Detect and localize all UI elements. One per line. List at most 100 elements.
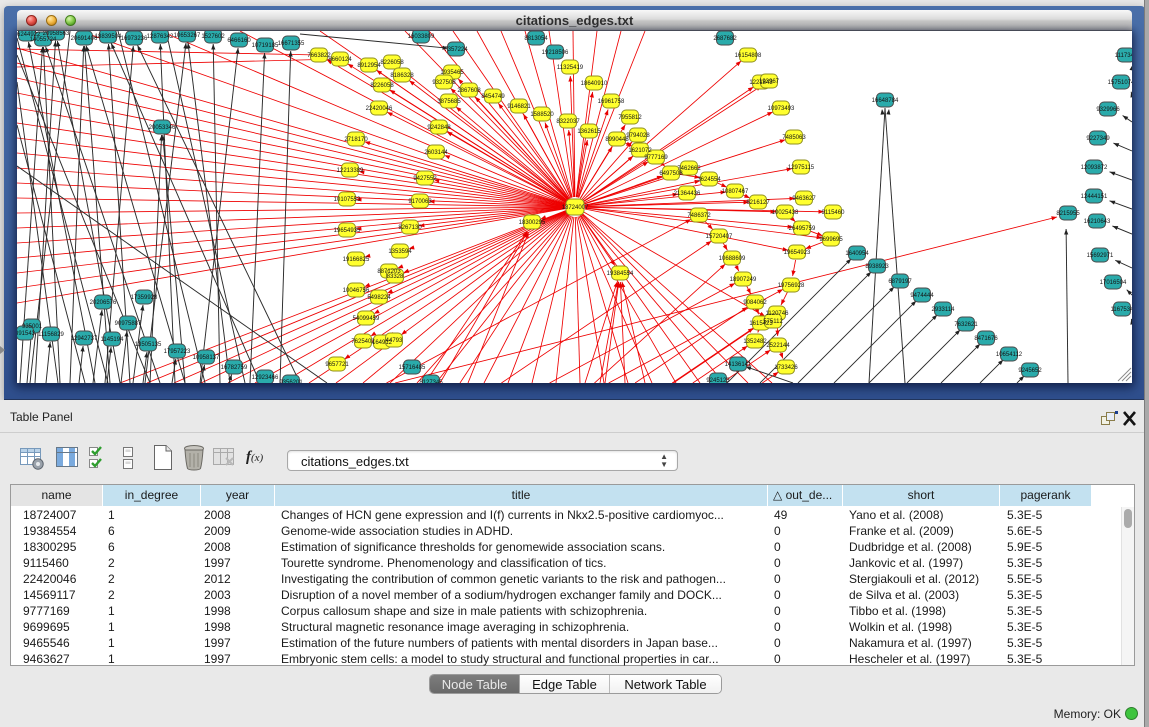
svg-text:9227349: 9227349 (1086, 136, 1110, 142)
svg-text:9242848: 9242848 (427, 125, 451, 131)
svg-text:44793: 44793 (386, 338, 403, 344)
svg-text:10025438: 10025438 (772, 210, 799, 216)
svg-text:15716485: 15716485 (399, 365, 426, 371)
svg-text:17359928: 17359928 (131, 295, 158, 301)
svg-text:11156829: 11156829 (38, 332, 64, 338)
svg-text:10973493: 10973493 (768, 106, 795, 112)
svg-text:1117345: 1117345 (1115, 53, 1132, 59)
svg-text:9463627: 9463627 (792, 196, 816, 202)
svg-text:9327508: 9327508 (432, 80, 456, 86)
svg-text:8813054: 8813054 (524, 36, 548, 42)
svg-text:10654112: 10654112 (996, 352, 1023, 358)
svg-text:10958137: 10958137 (193, 355, 220, 361)
svg-text:3875685: 3875685 (437, 99, 461, 105)
svg-text:16782759: 16782759 (221, 365, 248, 371)
svg-text:1640954: 1640954 (845, 251, 869, 257)
svg-text:83328: 83328 (387, 274, 404, 280)
svg-text:20958563: 20958563 (43, 31, 70, 37)
svg-text:1527602: 1527602 (201, 34, 225, 40)
svg-text:2603144: 2603144 (424, 150, 448, 156)
svg-text:18300295: 18300295 (519, 220, 546, 226)
svg-text:9356201: 9356201 (279, 380, 303, 383)
svg-text:9777169: 9777169 (644, 155, 668, 161)
svg-text:16210643: 16210643 (1084, 219, 1111, 225)
svg-text:193967: 193967 (759, 79, 780, 85)
svg-text:13505135: 13505135 (135, 342, 162, 348)
svg-text:19384554: 19384554 (607, 271, 634, 277)
svg-text:16154808: 16154808 (735, 53, 762, 59)
svg-text:6466160: 6466160 (227, 38, 251, 44)
svg-text:8267130: 8267130 (398, 225, 422, 231)
svg-text:8226058: 8226058 (370, 83, 394, 89)
svg-text:12975115: 12975115 (788, 165, 815, 171)
svg-text:1621072: 1621072 (628, 148, 652, 154)
svg-text:8322037: 8322037 (556, 119, 580, 125)
svg-text:18640910: 18640910 (581, 81, 608, 87)
svg-text:8454749: 8454749 (481, 94, 505, 100)
svg-text:10719185: 10719185 (252, 43, 279, 49)
svg-text:16648784: 16648784 (872, 98, 899, 104)
svg-text:16961758: 16961758 (598, 99, 625, 105)
svg-text:1352482: 1352482 (743, 339, 767, 345)
svg-text:8186328: 8186328 (390, 73, 414, 79)
svg-text:9699695: 9699695 (819, 237, 843, 243)
svg-text:21364436: 21364436 (674, 191, 701, 197)
svg-text:9427552: 9427552 (413, 176, 437, 182)
svg-text:12093872: 12093872 (1081, 165, 1108, 171)
svg-text:6879197: 6879197 (888, 279, 912, 285)
svg-text:16033809: 16033809 (408, 34, 435, 40)
svg-text:8226058: 8226058 (380, 60, 404, 66)
svg-text:10653267: 10653267 (174, 33, 201, 39)
svg-text:19654923: 19654923 (784, 250, 811, 256)
svg-text:935001: 935001 (22, 324, 43, 330)
svg-text:10046756: 10046756 (343, 288, 370, 294)
svg-text:90975887: 90975887 (115, 321, 142, 327)
svg-text:10688609: 10688609 (719, 256, 746, 262)
svg-text:19654935: 19654935 (334, 228, 361, 234)
svg-text:9474444: 9474444 (910, 293, 934, 299)
svg-text:15751074: 15751074 (1108, 80, 1132, 86)
svg-text:7632621: 7632621 (954, 322, 978, 328)
svg-text:12444151: 12444151 (1081, 194, 1108, 200)
svg-text:19756928: 19756928 (778, 283, 805, 289)
svg-text:1167534: 1167534 (1111, 307, 1132, 313)
svg-text:12923466: 12923466 (252, 375, 279, 381)
svg-text:9794028: 9794028 (626, 133, 650, 139)
svg-text:9115460: 9115460 (822, 210, 846, 216)
svg-text:2718170: 2718170 (344, 137, 368, 143)
svg-text:8938923: 8938923 (865, 264, 889, 270)
svg-text:17957223: 17957223 (164, 349, 191, 355)
svg-text:8471676: 8471676 (974, 336, 998, 342)
svg-text:7357224: 7357224 (444, 47, 468, 53)
svg-text:1588520: 1588520 (530, 112, 554, 118)
svg-text:15692971: 15692971 (1087, 253, 1114, 259)
svg-text:2867608: 2867608 (457, 88, 481, 94)
svg-text:9084062: 9084062 (743, 300, 767, 306)
svg-text:6216127: 6216127 (746, 200, 770, 206)
svg-text:8660124: 8660124 (328, 57, 352, 63)
svg-text:1353594: 1353594 (388, 249, 412, 255)
svg-text:8215955: 8215955 (1056, 211, 1080, 217)
svg-text:20053346: 20053346 (149, 125, 176, 131)
svg-text:7955812: 7955812 (618, 115, 642, 121)
svg-text:17016504: 17016504 (1100, 280, 1127, 286)
svg-text:12876342: 12876342 (147, 34, 174, 40)
svg-text:10107553: 10107553 (334, 197, 361, 203)
svg-text:16973236: 16973236 (121, 36, 148, 42)
svg-text:20206576: 20206576 (90, 300, 117, 306)
svg-text:9657721: 9657721 (325, 362, 349, 368)
svg-text:8127345: 8127345 (419, 380, 443, 383)
svg-text:14136141: 14136141 (725, 362, 752, 368)
svg-text:1733426: 1733426 (774, 365, 798, 371)
svg-text:5498224: 5498224 (367, 295, 391, 301)
svg-text:7485063: 7485063 (782, 135, 806, 141)
svg-text:391543: 391543 (17, 331, 36, 337)
svg-text:9329966: 9329966 (1096, 107, 1120, 113)
svg-text:575112: 575112 (763, 319, 783, 325)
svg-text:19218506: 19218506 (542, 50, 569, 56)
svg-text:9245652: 9245652 (1018, 368, 1042, 374)
svg-text:12213389: 12213389 (337, 168, 364, 174)
svg-text:54099459: 54099459 (353, 316, 380, 322)
svg-text:18724007: 18724007 (562, 205, 589, 211)
svg-text:22420046: 22420046 (366, 106, 393, 112)
